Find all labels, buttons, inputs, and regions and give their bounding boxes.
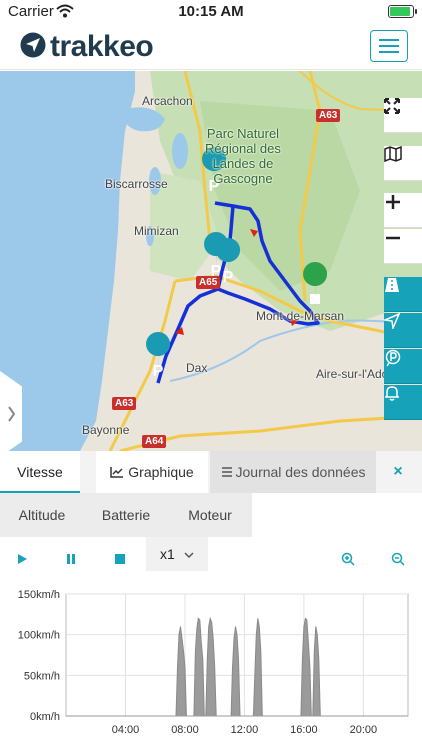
x-tick-label: 16:00 — [290, 724, 318, 736]
navigate-button[interactable] — [384, 313, 422, 348]
zoom-in-button[interactable] — [384, 193, 422, 228]
paper-plane-icon — [20, 32, 46, 63]
pause-icon — [67, 554, 75, 564]
fullscreen-button[interactable] — [384, 98, 422, 133]
logo[interactable]: trakkeo — [20, 30, 154, 64]
road-a65: A65 — [196, 276, 221, 289]
x-tick-label: 12:00 — [231, 724, 259, 736]
tab-speed[interactable]: Vitesse — [0, 451, 80, 493]
zoom-in-icon — [341, 552, 355, 566]
data-tabs: Vitesse Graphique Journal des données × — [0, 451, 422, 493]
menu-button[interactable] — [370, 30, 408, 62]
map-label-arcachon: Arcachon — [142, 94, 193, 108]
map-label-mont-de-marsan: Mont-de-Marsan — [256, 309, 345, 323]
navigation-arrow-icon — [384, 313, 400, 329]
map-type-button[interactable] — [384, 146, 422, 181]
playback-speed-value: x1 — [160, 546, 175, 562]
minus-icon — [386, 236, 400, 240]
subtab-altitude[interactable]: Altitude — [0, 493, 84, 537]
road-a63-top: A63 — [316, 109, 341, 122]
zoom-out-chart-button[interactable] — [386, 547, 410, 571]
speed-chart-svg: 0km/h 50km/h 100km/h 150km/h 04:00 08:00 12:00… — [18, 589, 409, 736]
map-label-dax: Dax — [186, 361, 208, 375]
x-tick-label: 04:00 — [112, 724, 140, 736]
battery-icon — [388, 5, 417, 18]
stop-button[interactable] — [108, 547, 132, 571]
status-bar: Carrier 10:15 AM — [0, 0, 422, 24]
road-icon — [385, 278, 399, 292]
zoom-in-chart-button[interactable] — [336, 547, 360, 571]
map-icon — [384, 146, 402, 162]
map-label-parc: Parc Naturel Régional des Landes de Gasc… — [205, 126, 281, 186]
chevron-down-icon — [184, 552, 194, 559]
map-label-biscarrosse: Biscarrosse — [105, 177, 168, 191]
list-icon — [221, 467, 232, 477]
stop-icon — [115, 554, 125, 564]
x-tick-label: 08:00 — [171, 724, 199, 736]
playback-controls: x1 — [0, 537, 422, 581]
y-tick-label: 100km/h — [18, 630, 60, 642]
tab-log[interactable]: Journal des données — [210, 451, 376, 493]
zoom-out-icon — [391, 552, 405, 566]
play-icon — [18, 554, 27, 564]
speed-chart: 0km/h 50km/h 100km/h 150km/h 04:00 08:00 12:00… — [0, 582, 422, 750]
y-tick-label: 150km/h — [18, 589, 60, 601]
tab-chart-label: Graphique — [128, 464, 194, 480]
map-label-mimizan: Mimizan — [134, 224, 179, 238]
status-time: 10:15 AM — [178, 3, 244, 20]
marker-label: P — [223, 269, 234, 286]
zoom-out-button[interactable] — [384, 229, 422, 264]
chart-line-icon — [110, 467, 124, 478]
close-panel-button[interactable]: × — [386, 451, 410, 493]
y-tick-label: 0km/h — [30, 711, 60, 723]
road-a63-bottom: A63 — [112, 397, 137, 410]
marker-label: P — [153, 363, 164, 380]
plus-icon — [386, 195, 400, 209]
alerts-button[interactable] — [384, 385, 422, 420]
subtab-engine[interactable]: Moteur — [168, 493, 252, 537]
tab-chart[interactable]: Graphique — [96, 451, 208, 493]
bell-icon — [385, 386, 399, 401]
road-button[interactable] — [384, 277, 422, 312]
map-label-bayonne: Bayonne — [82, 423, 130, 437]
subtab-battery[interactable]: Batterie — [84, 493, 168, 537]
road-a64: A64 — [142, 435, 167, 448]
expand-icon — [384, 98, 400, 114]
y-tick-label: 50km/h — [24, 670, 60, 682]
brand-name: trakkeo — [50, 30, 154, 63]
metric-subtabs: Altitude Batterie Moteur — [0, 493, 422, 537]
parking-button[interactable] — [384, 349, 422, 384]
pause-button[interactable] — [59, 547, 83, 571]
x-tick-label: 20:00 — [350, 724, 378, 736]
app-header: trakkeo — [0, 24, 422, 70]
parking-icon — [385, 349, 401, 367]
play-button[interactable] — [10, 547, 34, 571]
map-view[interactable]: P P P P Arcachon Parc Naturel Régional d… — [0, 71, 422, 451]
tab-log-label: Journal des données — [235, 464, 366, 480]
playback-speed-select[interactable]: x1 — [146, 537, 208, 571]
